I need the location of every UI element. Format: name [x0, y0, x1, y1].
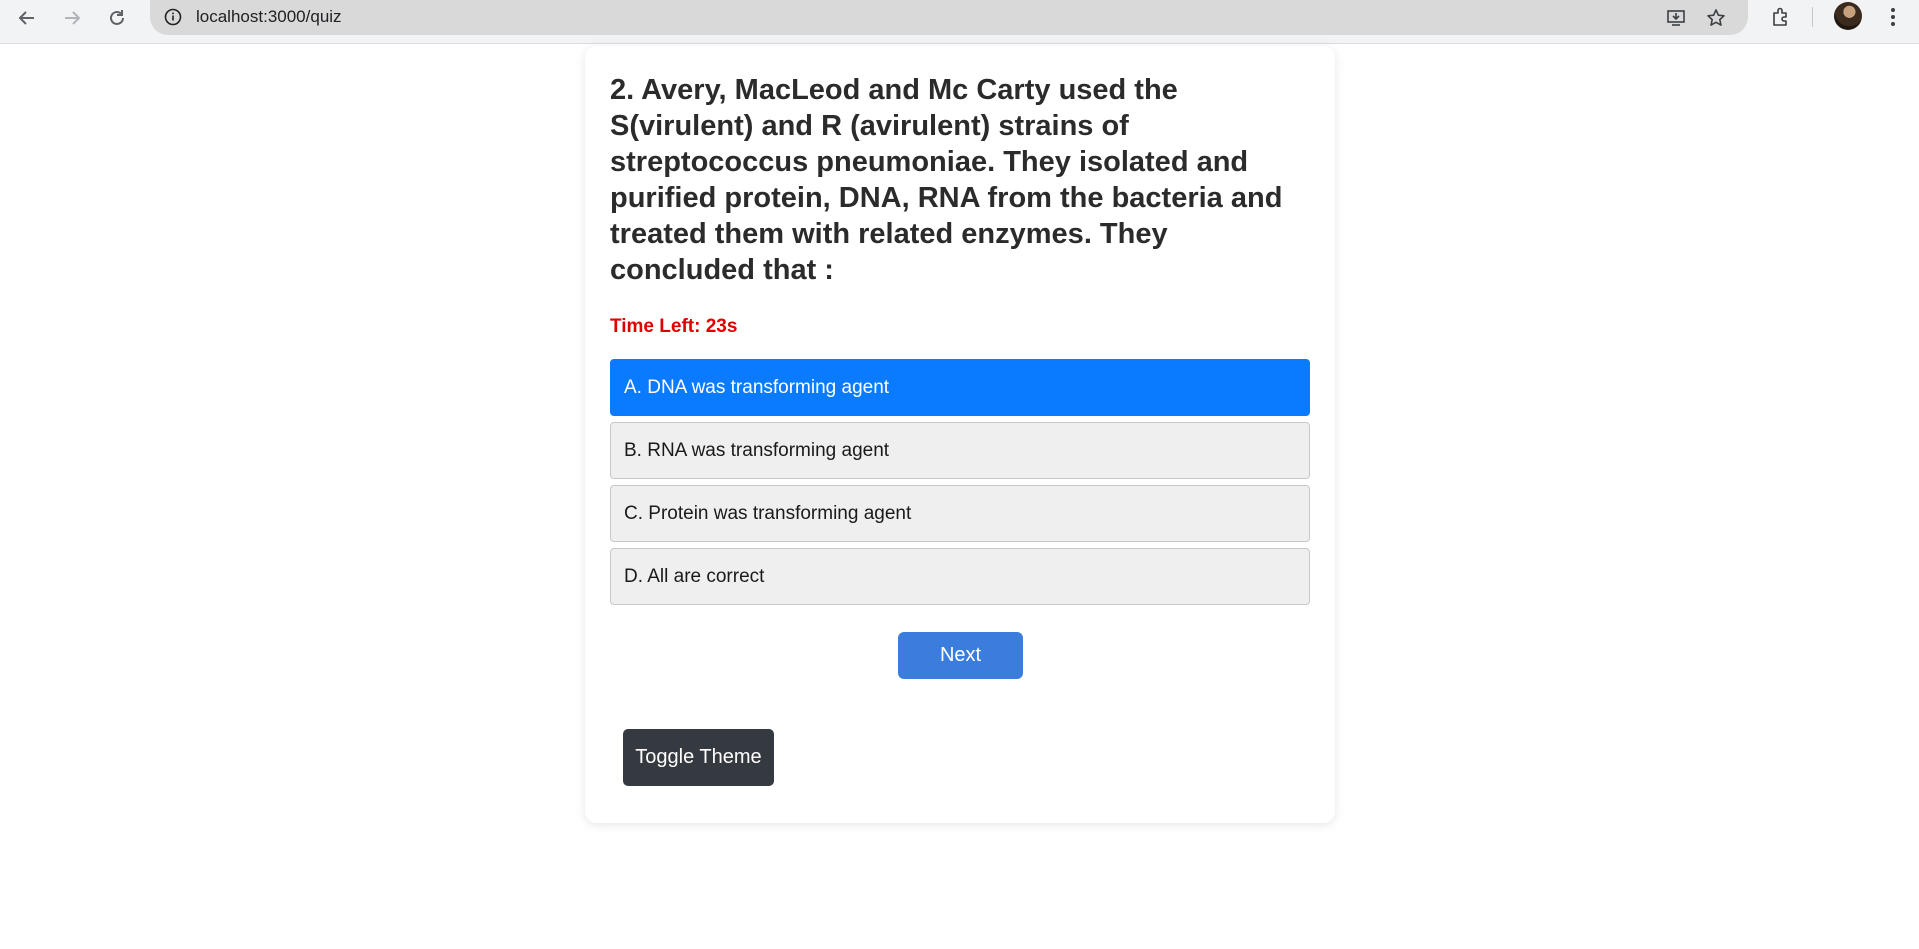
install-app-icon[interactable] — [1662, 4, 1690, 32]
option-c[interactable]: C. Protein was transforming agent — [610, 485, 1310, 542]
toolbar-divider — [1812, 7, 1813, 27]
question-text: 2. Avery, MacLeod and Mc Carty used the … — [610, 74, 1283, 286]
quiz-card: 2. Avery, MacLeod and Mc Carty used the … — [585, 46, 1335, 823]
option-b[interactable]: B. RNA was transforming agent — [610, 422, 1310, 479]
browser-toolbar: localhost:3000/quiz — [0, 0, 1919, 44]
timer-text: Time Left: 23s — [610, 316, 738, 337]
forward-icon[interactable] — [57, 3, 87, 33]
url-text[interactable]: localhost:3000/quiz — [196, 7, 342, 27]
profile-avatar[interactable] — [1834, 2, 1862, 30]
address-bar[interactable]: localhost:3000/quiz — [150, 0, 1748, 35]
back-icon[interactable] — [12, 3, 42, 33]
extensions-icon[interactable] — [1766, 2, 1796, 32]
option-a[interactable]: A. DNA was transforming agent — [610, 359, 1310, 416]
site-info-icon[interactable] — [160, 4, 186, 30]
option-d[interactable]: D. All are correct — [610, 548, 1310, 605]
toggle-theme-button[interactable]: Toggle Theme — [623, 729, 774, 786]
more-menu-icon[interactable] — [1878, 2, 1908, 32]
reload-icon[interactable] — [102, 3, 132, 33]
next-button[interactable]: Next — [898, 632, 1023, 679]
bookmark-star-icon[interactable] — [1702, 4, 1730, 32]
